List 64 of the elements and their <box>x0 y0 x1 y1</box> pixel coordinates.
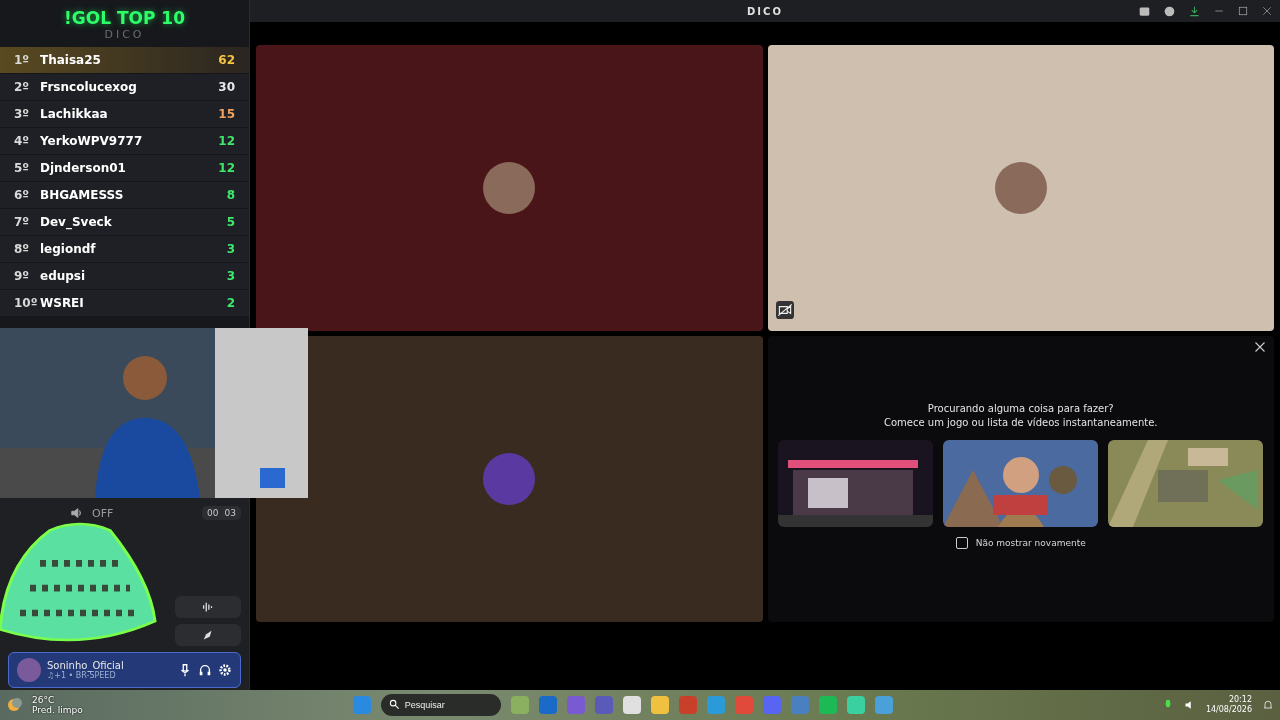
score: 62 <box>218 53 235 67</box>
search-icon <box>388 699 400 710</box>
timer: 00 03 <box>202 506 241 520</box>
player-name: Frsncolucexog <box>40 80 138 94</box>
player-name: Dev_Sveck <box>40 215 113 229</box>
score: 3 <box>226 242 235 256</box>
download-icon <box>1189 5 1200 17</box>
rank: 3º <box>14 107 31 121</box>
activity-heading: Procurando alguma coisa para fazer? <box>927 402 1114 416</box>
score: 30 <box>218 80 235 94</box>
temperature: 26°C <box>32 695 56 705</box>
participant-avatar <box>994 162 1047 214</box>
player-name: Thaisa25 <box>40 53 102 67</box>
clock-date: 14/08/2026 <box>1205 705 1252 715</box>
player-name: Lachikkaa <box>40 107 109 121</box>
rank: 6º <box>14 188 31 202</box>
player-name: WSREI <box>40 296 85 310</box>
weather-moon-icon <box>6 697 22 713</box>
speaker-icon <box>70 506 84 520</box>
score: 12 <box>218 161 235 175</box>
rank: 5º <box>14 161 31 175</box>
activity-subheading: Comece um jogo ou lista de vídeos instantaneamente. <box>884 416 1158 430</box>
score: 2 <box>226 296 235 310</box>
score: 12 <box>218 134 235 148</box>
video-tile[interactable] <box>256 336 763 622</box>
maximize-icon <box>1238 6 1248 16</box>
close-icon <box>1262 6 1272 16</box>
participant-avatar <box>483 162 536 214</box>
score: 8 <box>226 188 235 202</box>
window-title: DICO <box>747 5 783 17</box>
participant-avatar <box>483 453 536 505</box>
user-avatar <box>17 658 41 682</box>
player-name: edupsi <box>40 269 87 283</box>
soundboard-button[interactable] <box>175 596 241 618</box>
rank: 1º <box>14 53 31 67</box>
leaderboard-title: !GOL TOP 10 <box>63 8 186 28</box>
rank: 8º <box>14 242 31 256</box>
dont-show-checkbox[interactable]: Não mostrar novamente <box>955 537 1086 549</box>
video-tile[interactable] <box>767 45 1274 331</box>
camera-off-icon <box>775 301 794 319</box>
weather-description: Pred. limpo <box>32 705 83 715</box>
player-name: legiondf <box>40 242 97 256</box>
rank: 9º <box>14 269 31 283</box>
rank: 2º <box>14 80 31 94</box>
rank: 4º <box>14 134 31 148</box>
settings-icon <box>218 663 232 677</box>
user-status: ♫+1 • BR-SPEED <box>47 671 116 680</box>
player-name: YerkoWPV9777 <box>40 134 144 148</box>
activity-button[interactable] <box>175 624 241 646</box>
waveform-icon <box>201 600 215 614</box>
video-tile[interactable] <box>256 45 763 331</box>
username: Soninho_Oficial <box>47 660 125 671</box>
rank: 7º <box>14 215 31 229</box>
headphones-icon <box>198 663 212 677</box>
stream-status: OFF <box>92 506 114 520</box>
search-field[interactable]: Pesquisar <box>380 694 501 716</box>
score: 15 <box>218 107 235 121</box>
close-icon <box>1254 341 1266 353</box>
score: 3 <box>226 269 235 283</box>
player-name: BHGAMESSS <box>40 188 125 202</box>
score: 5 <box>226 215 235 229</box>
server-name: DICO <box>103 28 146 41</box>
clock-time: 20:12 <box>1228 695 1252 705</box>
player-name: Djnderson01 <box>40 161 127 175</box>
